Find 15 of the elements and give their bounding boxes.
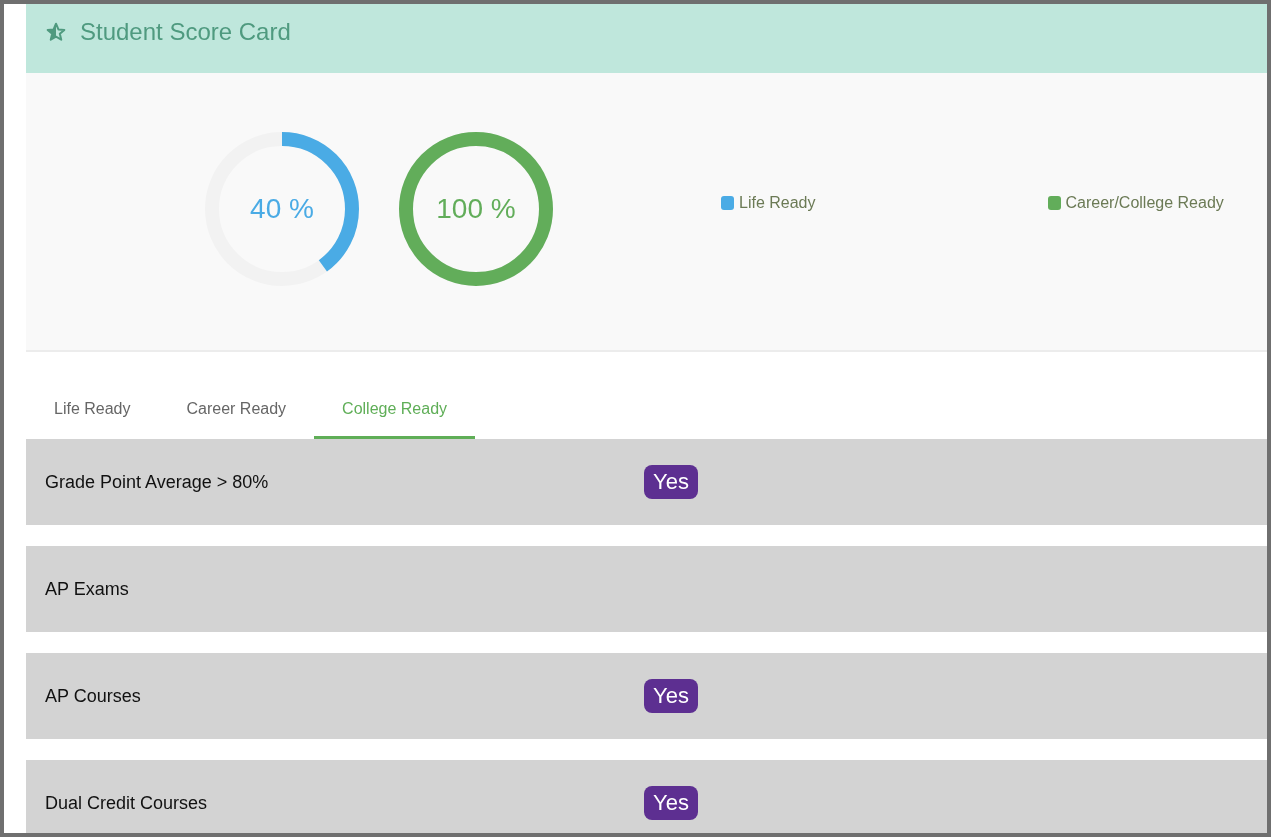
criteria-label: AP Exams <box>44 578 130 600</box>
tab[interactable]: Career Ready <box>158 374 315 439</box>
gauge-value: 100 % <box>436 193 516 225</box>
criteria-label: Dual Credit Courses <box>44 792 209 814</box>
yes-badge: Yes <box>644 786 698 820</box>
legend-label: Career/College Ready <box>1065 194 1224 212</box>
star-icon <box>46 21 66 42</box>
gauge-value: 40 % <box>250 193 314 225</box>
criteria-label: Grade Point Average > 80% <box>44 471 270 493</box>
yes-badge: Yes <box>644 465 698 499</box>
tab[interactable]: Life Ready <box>26 374 159 439</box>
card-title: Student Score Card <box>80 17 291 46</box>
criteria-label: AP Courses <box>44 685 142 707</box>
legend-label: Life Ready <box>739 194 816 212</box>
yes-badge: Yes <box>644 679 698 713</box>
